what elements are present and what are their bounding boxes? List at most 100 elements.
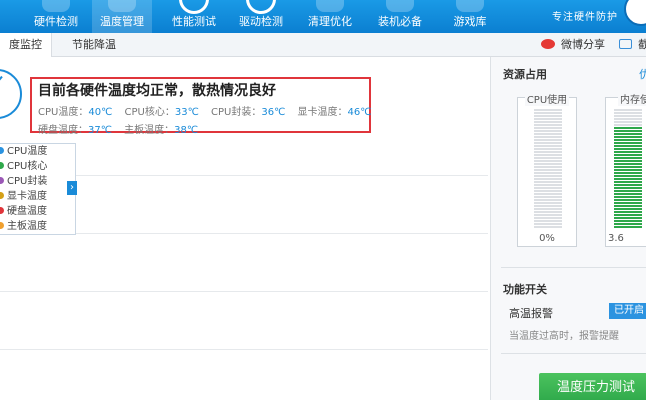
weibo-share-button[interactable]: 微博分享	[541, 33, 605, 57]
nav-label: 驱动检测	[239, 15, 283, 28]
reading-value: 40℃	[88, 107, 113, 118]
memory-usage-meter: 内存使 3.6	[605, 95, 646, 247]
temperature-gauge-icon	[0, 69, 22, 119]
tab-temperature-monitor[interactable]: 度监控	[0, 33, 52, 58]
nav-game-library[interactable]: 游戏库	[440, 0, 500, 33]
gamepad-icon	[456, 0, 484, 12]
temperature-monitor-panel: 目前各硬件温度均正常，散热情况良好 CPU温度：40℃ CPU核心：33℃ CP…	[0, 57, 490, 400]
nav-clean-optimize[interactable]: 清理优化	[300, 0, 360, 33]
memory-usage-bars	[614, 109, 642, 229]
nav-hardware-detect[interactable]: 硬件检测	[28, 0, 84, 33]
status-summary-box: 目前各硬件温度均正常，散热情况良好 CPU温度：40℃ CPU核心：33℃ CP…	[30, 77, 372, 136]
reading-value: 46℃	[347, 107, 372, 118]
reading-cpu-package: CPU封装：36℃	[211, 107, 285, 118]
nav-essential-software[interactable]: 装机必备	[370, 0, 430, 33]
broom-icon	[316, 0, 344, 12]
reading-label: 硬盘温度：	[38, 125, 88, 136]
nav-label: 性能测试	[172, 15, 216, 28]
tab-label: 节能降温	[72, 38, 116, 51]
cpu-usage-meter: CPU使用 0%	[517, 95, 577, 247]
reading-disk-temp: 硬盘温度：37℃	[38, 125, 112, 136]
cpu-usage-value: 0%	[539, 233, 555, 244]
cpu-usage-label: CPU使用	[518, 91, 576, 106]
performance-icon	[179, 0, 209, 14]
reading-gpu-temp: 显卡温度：46℃	[298, 107, 372, 118]
reading-board-temp: 主板温度：38℃	[124, 125, 198, 136]
weibo-share-label: 微博分享	[561, 38, 605, 51]
meter-label-text: 内存使	[618, 95, 646, 106]
readings-row-2: 硬盘温度：37℃ 主板温度：38℃	[38, 121, 369, 136]
side-panel: 资源占用 优 CPU使用 0% 内存使 3.6 功能开关 高温报警 已开启 当温…	[490, 57, 646, 400]
high-temp-alarm-toggle[interactable]: 已开启	[609, 303, 646, 319]
reading-cpu-core: CPU核心：33℃	[125, 107, 199, 118]
reading-value: 37℃	[88, 125, 112, 136]
high-temp-alarm-label: 高温报警	[509, 307, 553, 320]
legend-item-cpu-package[interactable]: CPU封装	[0, 174, 75, 189]
camera-icon	[619, 39, 632, 49]
meter-label-text: CPU使用	[524, 95, 570, 106]
thermometer-icon	[108, 0, 136, 12]
screenshot-button[interactable]: 截	[619, 33, 646, 57]
memory-usage-value: 3.6	[608, 233, 624, 244]
reading-cpu-temp: CPU温度：40℃	[38, 107, 112, 118]
readings-row-1: CPU温度：40℃ CPU核心：33℃ CPU封装：36℃ 显卡温度：46℃	[38, 103, 372, 118]
weibo-icon	[541, 39, 555, 49]
reading-label: CPU封装：	[211, 107, 262, 118]
legend-label: 硬盘温度	[7, 206, 47, 217]
memory-usage-label: 内存使	[606, 91, 646, 106]
nav-label: 清理优化	[308, 15, 352, 28]
legend-item-disk-temp[interactable]: 硬盘温度	[0, 204, 75, 219]
chart-gridline	[0, 349, 488, 350]
legend-dot	[0, 222, 4, 229]
legend-label: 显卡温度	[7, 191, 47, 202]
reading-label: CPU温度：	[38, 107, 89, 118]
nav-temperature-manage[interactable]: 温度管理	[92, 0, 152, 33]
section-divider	[501, 267, 646, 268]
nav-performance-test[interactable]: 性能测试	[164, 0, 224, 33]
reading-label: 主板温度：	[124, 125, 175, 136]
legend-item-gpu-temp[interactable]: 显卡温度	[0, 189, 75, 204]
legend-dot	[0, 192, 4, 199]
chart-gridline	[0, 291, 488, 292]
memory-usage-fill	[614, 127, 642, 229]
legend-item-cpu-core[interactable]: CPU核心	[0, 159, 75, 174]
nav-label: 硬件检测	[34, 15, 78, 28]
reading-label: 显卡温度：	[297, 107, 348, 118]
chart-legend: CPU温度 CPU核心 CPU封装 显卡温度 硬盘温度 主板温度	[0, 143, 76, 235]
tab-label: 度监控	[9, 38, 42, 51]
hardware-icon	[42, 0, 70, 12]
driver-icon	[246, 0, 276, 14]
nav-driver-detect[interactable]: 驱动检测	[231, 0, 291, 33]
legend-label: CPU温度	[7, 146, 48, 157]
nav-label: 游戏库	[453, 15, 487, 28]
feature-switch-title: 功能开关	[503, 283, 547, 296]
legend-item-board-temp[interactable]: 主板温度	[0, 219, 75, 234]
section-divider	[501, 353, 646, 354]
legend-label: 主板温度	[7, 221, 47, 232]
optimize-link[interactable]: 优	[639, 66, 646, 82]
temperature-stress-test-button[interactable]: 温度压力测试	[539, 373, 646, 400]
high-temp-alarm-description: 当温度过高时，报警提醒	[509, 331, 619, 342]
legend-dot	[0, 177, 4, 184]
legend-collapse-button[interactable]: ›	[67, 181, 77, 195]
sub-tab-bar: 度监控 节能降温 微博分享 截	[0, 33, 646, 58]
resource-usage-title: 资源占用	[503, 68, 547, 81]
legend-label: CPU核心	[7, 161, 48, 172]
brand-tagline: 专注硬件防护	[552, 12, 618, 23]
reading-label: CPU核心：	[124, 107, 175, 118]
screenshot-label: 截	[638, 38, 646, 51]
legend-dot	[0, 147, 4, 154]
package-icon	[386, 0, 414, 12]
tab-energy-saving[interactable]: 节能降温	[62, 33, 126, 57]
reading-value: 38℃	[174, 125, 199, 136]
app-logo-icon	[624, 0, 646, 26]
nav-label: 装机必备	[378, 15, 422, 28]
cpu-usage-bars	[534, 109, 562, 229]
reading-value: 36℃	[261, 107, 286, 118]
top-toolbar: 硬件检测 温度管理 性能测试 驱动检测 清理优化 装机必备 游戏库 专注硬件防护	[0, 0, 646, 33]
legend-dot	[0, 162, 4, 169]
status-title: 目前各硬件温度均正常，散热情况良好	[38, 83, 276, 99]
legend-item-cpu-temp[interactable]: CPU温度	[0, 144, 75, 159]
nav-label: 温度管理	[100, 15, 144, 28]
legend-label: CPU封装	[7, 176, 48, 187]
